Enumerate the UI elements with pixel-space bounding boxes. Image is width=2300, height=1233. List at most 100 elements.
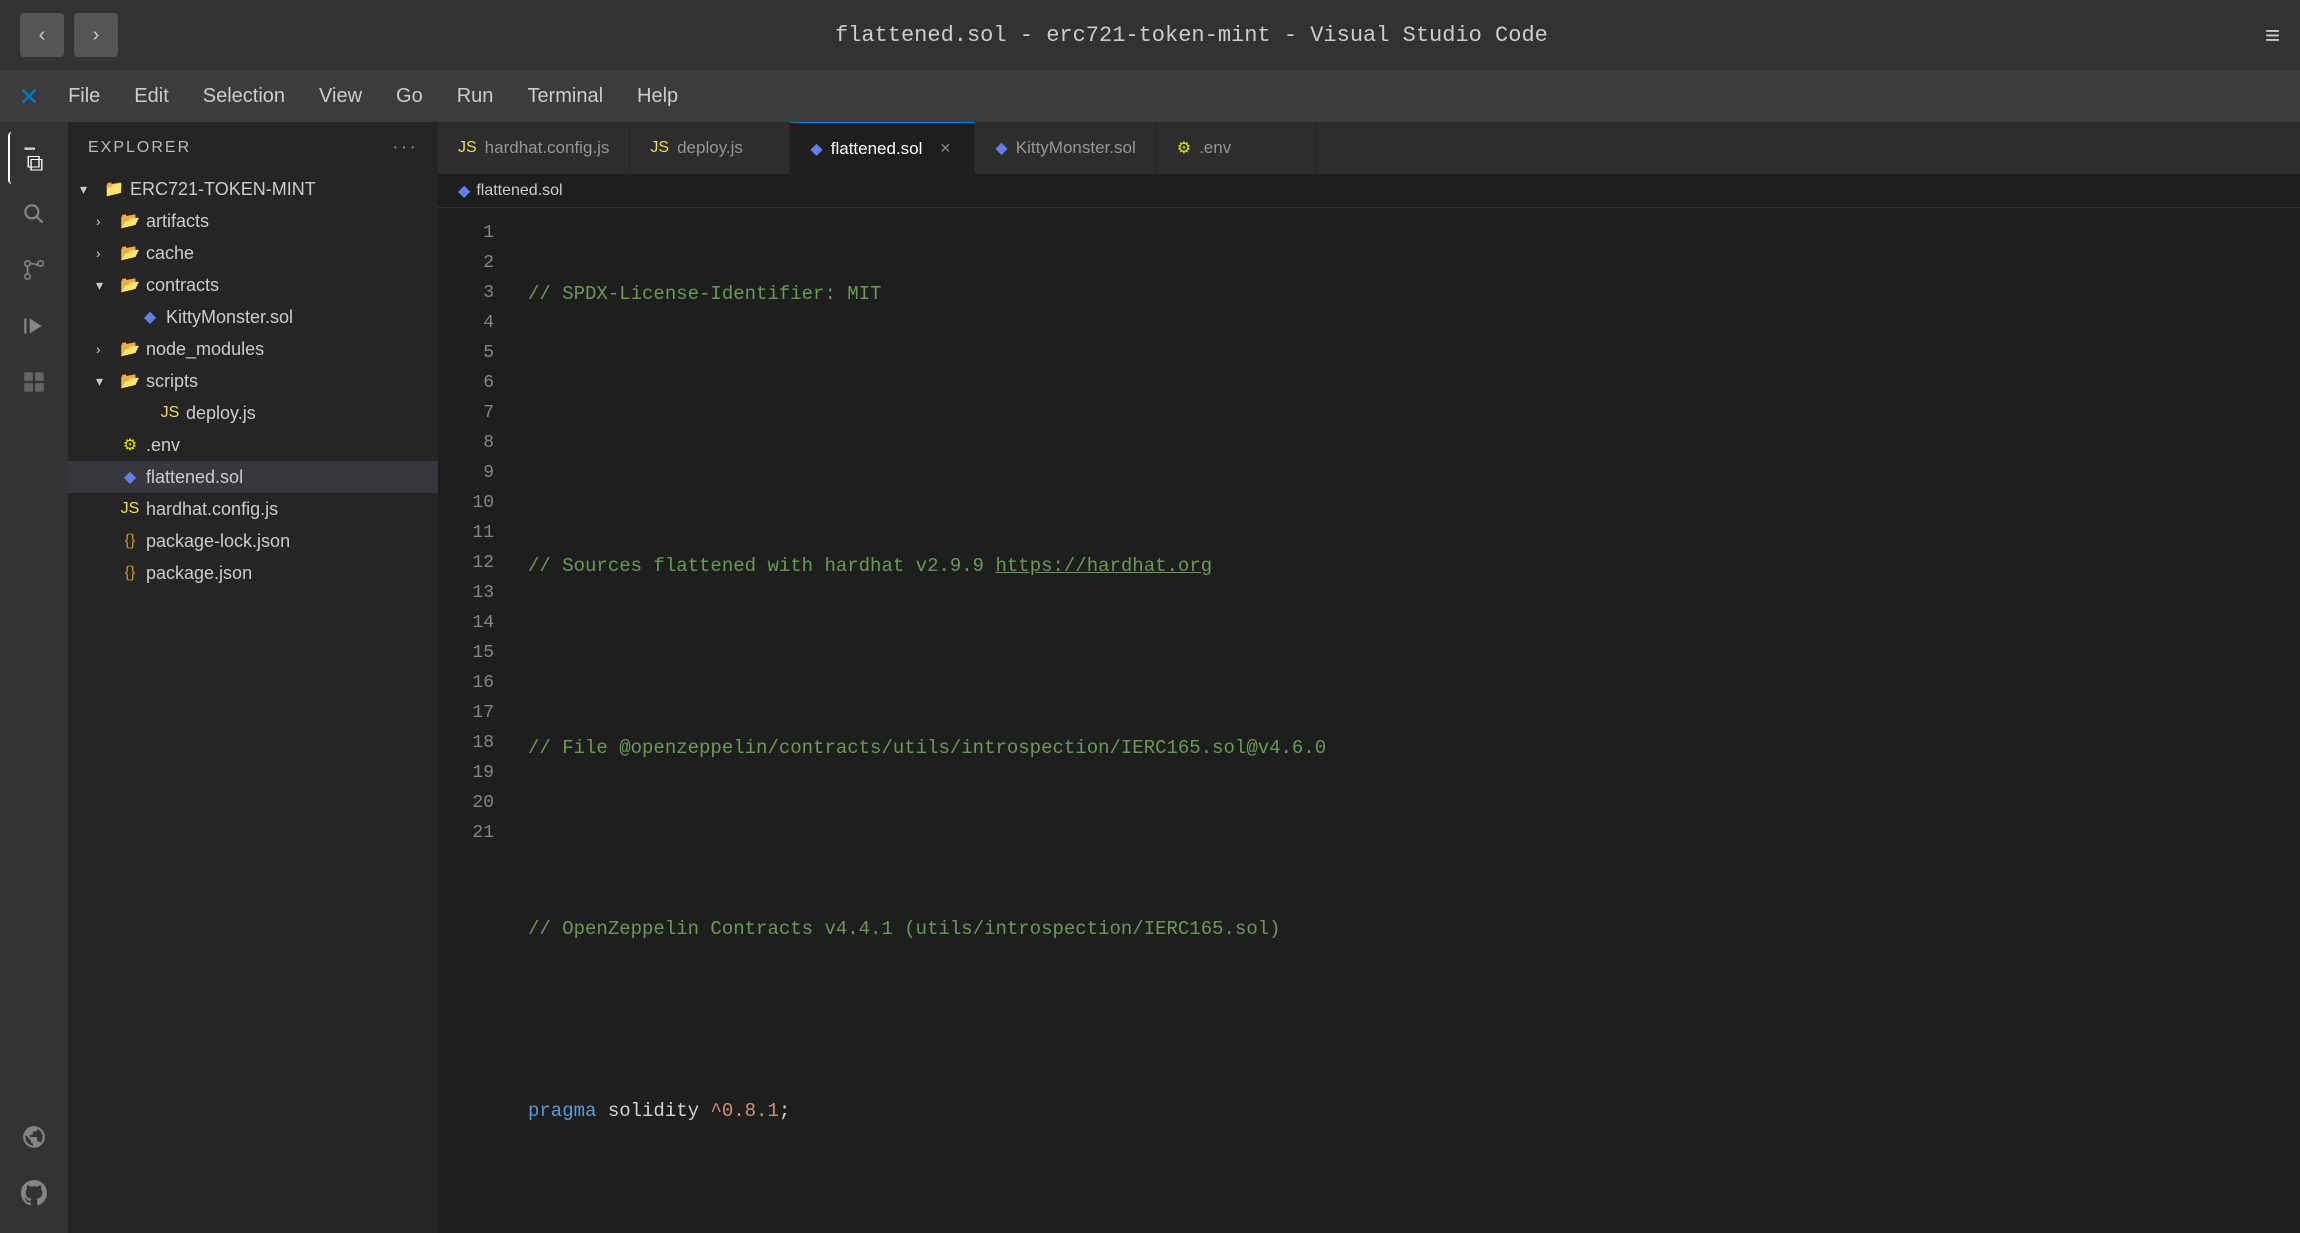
- svg-text:⧉: ⧉: [27, 152, 44, 172]
- menu-terminal[interactable]: Terminal: [513, 79, 617, 114]
- tree-item-package-lock[interactable]: {} package-lock.json: [68, 525, 438, 557]
- activity-search[interactable]: [8, 188, 60, 240]
- menu-bar: ✕ File Edit Selection View Go Run Termin…: [0, 70, 2300, 122]
- tree-label-scripts: scripts: [146, 371, 198, 392]
- menu-run[interactable]: Run: [443, 79, 508, 114]
- sol-icon-flattened: ◆: [120, 467, 140, 487]
- activity-run-debug[interactable]: [8, 300, 60, 352]
- sidebar-more-button[interactable]: ···: [392, 136, 418, 159]
- folder-cache-icon: 📂: [120, 243, 140, 263]
- line-num-10: 10: [438, 488, 494, 518]
- line-num-1: 1: [438, 218, 494, 248]
- activity-remote[interactable]: [8, 1111, 60, 1163]
- line-num-14: 14: [438, 608, 494, 638]
- menu-go[interactable]: Go: [382, 79, 437, 114]
- line-num-15: 15: [438, 638, 494, 668]
- tree-label-flattened-sol: flattened.sol: [146, 467, 243, 488]
- code-line-9: [528, 1005, 2280, 1035]
- line-num-21: 21: [438, 818, 494, 848]
- tree-item-kittymonster[interactable]: ◆ KittyMonster.sol: [68, 301, 438, 333]
- tab-label-env: .env: [1199, 138, 1231, 158]
- sol-icon-kittymonster: ◆: [140, 307, 160, 327]
- tree-project-root[interactable]: ▾ 📁 ERC721-TOKEN-MINT: [68, 173, 438, 205]
- tree-item-package-json[interactable]: {} package.json: [68, 557, 438, 589]
- folder-node-modules-icon: 📂: [120, 339, 140, 359]
- tree-label-cache: cache: [146, 243, 194, 264]
- title-bar-navigation: ‹ ›: [20, 13, 118, 57]
- code-editor[interactable]: 1 2 3 4 5 6 7 8 9 10 11 12 13 14 15 16 1…: [438, 208, 2300, 1233]
- tab-close-button[interactable]: ✕: [936, 140, 954, 158]
- breadcrumb-sol-icon: ◆: [458, 181, 470, 201]
- tree-item-deploy-js[interactable]: JS deploy.js: [68, 397, 438, 429]
- menu-icon-button[interactable]: ≡: [2265, 20, 2280, 51]
- main-layout: ⧉ EXPLORER ··· ▾: [0, 122, 2300, 1233]
- folder-icon: 📁: [104, 179, 124, 199]
- editor-area: JS hardhat.config.js JS deploy.js ◆ flat…: [438, 122, 2300, 1233]
- menu-file[interactable]: File: [54, 79, 114, 114]
- line-num-8: 8: [438, 428, 494, 458]
- back-button[interactable]: ‹: [20, 13, 64, 57]
- tree-label-contracts: contracts: [146, 275, 219, 296]
- tree-item-cache[interactable]: › 📂 cache: [68, 237, 438, 269]
- tree-item-scripts[interactable]: ▾ 📂 scripts: [68, 365, 438, 397]
- tree-item-env[interactable]: ⚙ .env: [68, 429, 438, 461]
- code-line-8: // OpenZeppelin Contracts v4.4.1 (utils/…: [528, 914, 2280, 944]
- title-bar: ‹ › flattened.sol - erc721-token-mint - …: [0, 0, 2300, 70]
- sol-tab-icon-flattened: ◆: [810, 139, 822, 159]
- menu-selection[interactable]: Selection: [189, 79, 299, 114]
- tab-hardhat-config[interactable]: JS hardhat.config.js: [438, 122, 630, 174]
- window-title: flattened.sol - erc721-token-mint - Visu…: [835, 23, 1548, 48]
- tab-kittymonster[interactable]: ◆ KittyMonster.sol: [975, 122, 1156, 174]
- code-line-11: [528, 1187, 2280, 1217]
- env-tab-icon: ⚙: [1177, 138, 1191, 158]
- menu-help[interactable]: Help: [623, 79, 692, 114]
- forward-button[interactable]: ›: [74, 13, 118, 57]
- line-num-7: 7: [438, 398, 494, 428]
- code-line-10: pragma solidity ^0.8.1;: [528, 1096, 2280, 1126]
- line-num-2: 2: [438, 248, 494, 278]
- chevron-down-icon: ▾: [96, 277, 114, 294]
- line-num-20: 20: [438, 788, 494, 818]
- menu-view[interactable]: View: [305, 79, 376, 114]
- code-line-3: [528, 460, 2280, 490]
- tree-item-artifacts[interactable]: › 📂 artifacts: [68, 205, 438, 237]
- tree-item-flattened-sol[interactable]: ◆ flattened.sol: [68, 461, 438, 493]
- tab-label-kittymonster: KittyMonster.sol: [1016, 138, 1136, 158]
- file-tree: ▾ 📁 ERC721-TOKEN-MINT › 📂 artifacts › 📂 …: [68, 173, 438, 1233]
- code-content[interactable]: // SPDX-License-Identifier: MIT // Sourc…: [508, 208, 2300, 1233]
- chevron-right-icon: ›: [96, 213, 114, 229]
- activity-bar: ⧉: [0, 122, 68, 1233]
- line-num-5: 5: [438, 338, 494, 368]
- tree-item-contracts[interactable]: ▾ 📂 contracts: [68, 269, 438, 301]
- menu-edit[interactable]: Edit: [120, 79, 182, 114]
- line-num-3: 3: [438, 278, 494, 308]
- folder-contracts-icon: 📂: [120, 275, 140, 295]
- folder-artifacts-icon: 📂: [120, 211, 140, 231]
- tab-label-flattened: flattened.sol: [831, 139, 923, 159]
- activity-github[interactable]: [8, 1167, 60, 1219]
- activity-explorer[interactable]: ⧉: [8, 132, 60, 184]
- tree-label-artifacts: artifacts: [146, 211, 209, 232]
- line-num-16: 16: [438, 668, 494, 698]
- line-num-12: 12: [438, 548, 494, 578]
- project-name: ERC721-TOKEN-MINT: [130, 179, 316, 200]
- explorer-label: EXPLORER: [88, 139, 191, 157]
- json-icon-package-lock: {}: [120, 532, 140, 550]
- code-line-6: // File @openzeppelin/contracts/utils/in…: [528, 733, 2280, 763]
- tree-label-env: .env: [146, 435, 180, 456]
- chevron-right-icon: ›: [96, 341, 114, 357]
- activity-source-control[interactable]: [8, 244, 60, 296]
- tab-label-hardhat: hardhat.config.js: [485, 138, 610, 158]
- tab-deploy-js[interactable]: JS deploy.js: [630, 122, 790, 174]
- tree-label-kittymonster: KittyMonster.sol: [166, 307, 293, 328]
- activity-extensions[interactable]: [8, 356, 60, 408]
- breadcrumb: ◆ flattened.sol: [438, 174, 2300, 208]
- line-num-4: 4: [438, 308, 494, 338]
- tab-env[interactable]: ⚙ .env: [1157, 122, 1317, 174]
- tab-flattened-sol[interactable]: ◆ flattened.sol ✕: [790, 122, 975, 174]
- code-line-5: [528, 642, 2280, 672]
- js-tab-icon-deploy: JS: [650, 139, 669, 157]
- tree-item-node-modules[interactable]: › 📂 node_modules: [68, 333, 438, 365]
- code-line-7: [528, 823, 2280, 853]
- tree-item-hardhat-config[interactable]: JS hardhat.config.js: [68, 493, 438, 525]
